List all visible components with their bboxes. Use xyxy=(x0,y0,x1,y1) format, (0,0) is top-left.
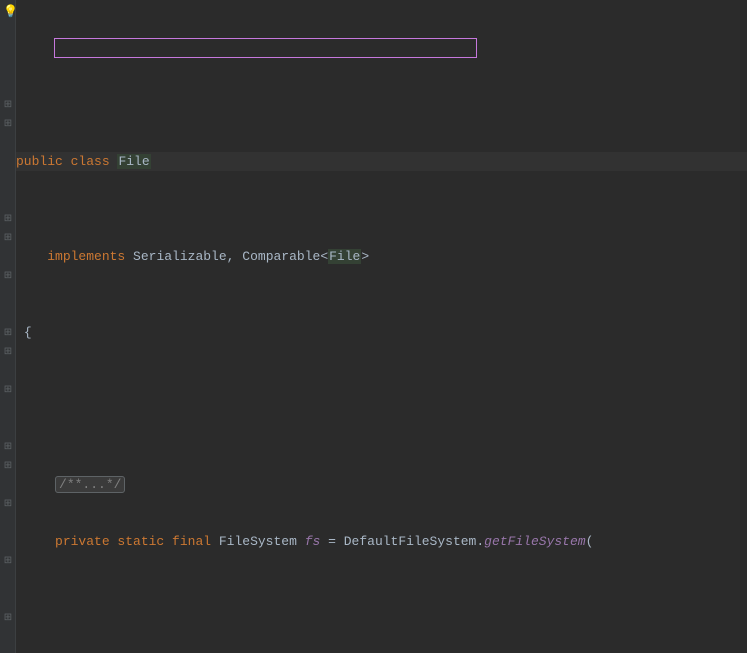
fold-toggle-icon[interactable]: ⊞ xyxy=(3,557,13,567)
class-declaration-line: public class File xyxy=(16,152,747,171)
fold-toggle-icon[interactable]: ⊞ xyxy=(3,443,13,453)
fold-toggle-icon[interactable]: ⊞ xyxy=(3,272,13,282)
code-area[interactable]: public class File implements Serializabl… xyxy=(16,0,747,653)
javadoc-fold[interactable]: /**...*/ xyxy=(55,476,125,493)
gutter: 💡 ⊞⊞⊞⊞⊞⊞⊞⊞⊞⊞⊞⊞⊞ xyxy=(0,0,16,653)
implements-clause: implements Serializable, Comparable<File… xyxy=(16,247,747,266)
fold-toggle-icon[interactable]: ⊞ xyxy=(3,348,13,358)
fold-toggle-icon[interactable]: ⊞ xyxy=(3,101,13,111)
fold-toggle-icon[interactable]: ⊞ xyxy=(3,120,13,130)
class-open-brace: { xyxy=(24,325,32,340)
fold-toggle-icon[interactable]: ⊞ xyxy=(3,614,13,624)
code-editor[interactable]: 💡 ⊞⊞⊞⊞⊞⊞⊞⊞⊞⊞⊞⊞⊞ public class File implem… xyxy=(0,0,747,653)
fold-toggle-icon[interactable]: ⊞ xyxy=(3,500,13,510)
field-fs: private static final FileSystem fs = Def… xyxy=(16,532,747,551)
fold-toggle-icon[interactable]: ⊞ xyxy=(3,462,13,472)
class-name: File xyxy=(117,154,150,169)
fold-toggle-icon[interactable]: ⊞ xyxy=(3,215,13,225)
fold-toggle-icon[interactable]: ⊞ xyxy=(3,386,13,396)
fold-toggle-icon[interactable]: ⊞ xyxy=(3,234,13,244)
fold-toggle-icon[interactable]: ⊞ xyxy=(3,329,13,339)
